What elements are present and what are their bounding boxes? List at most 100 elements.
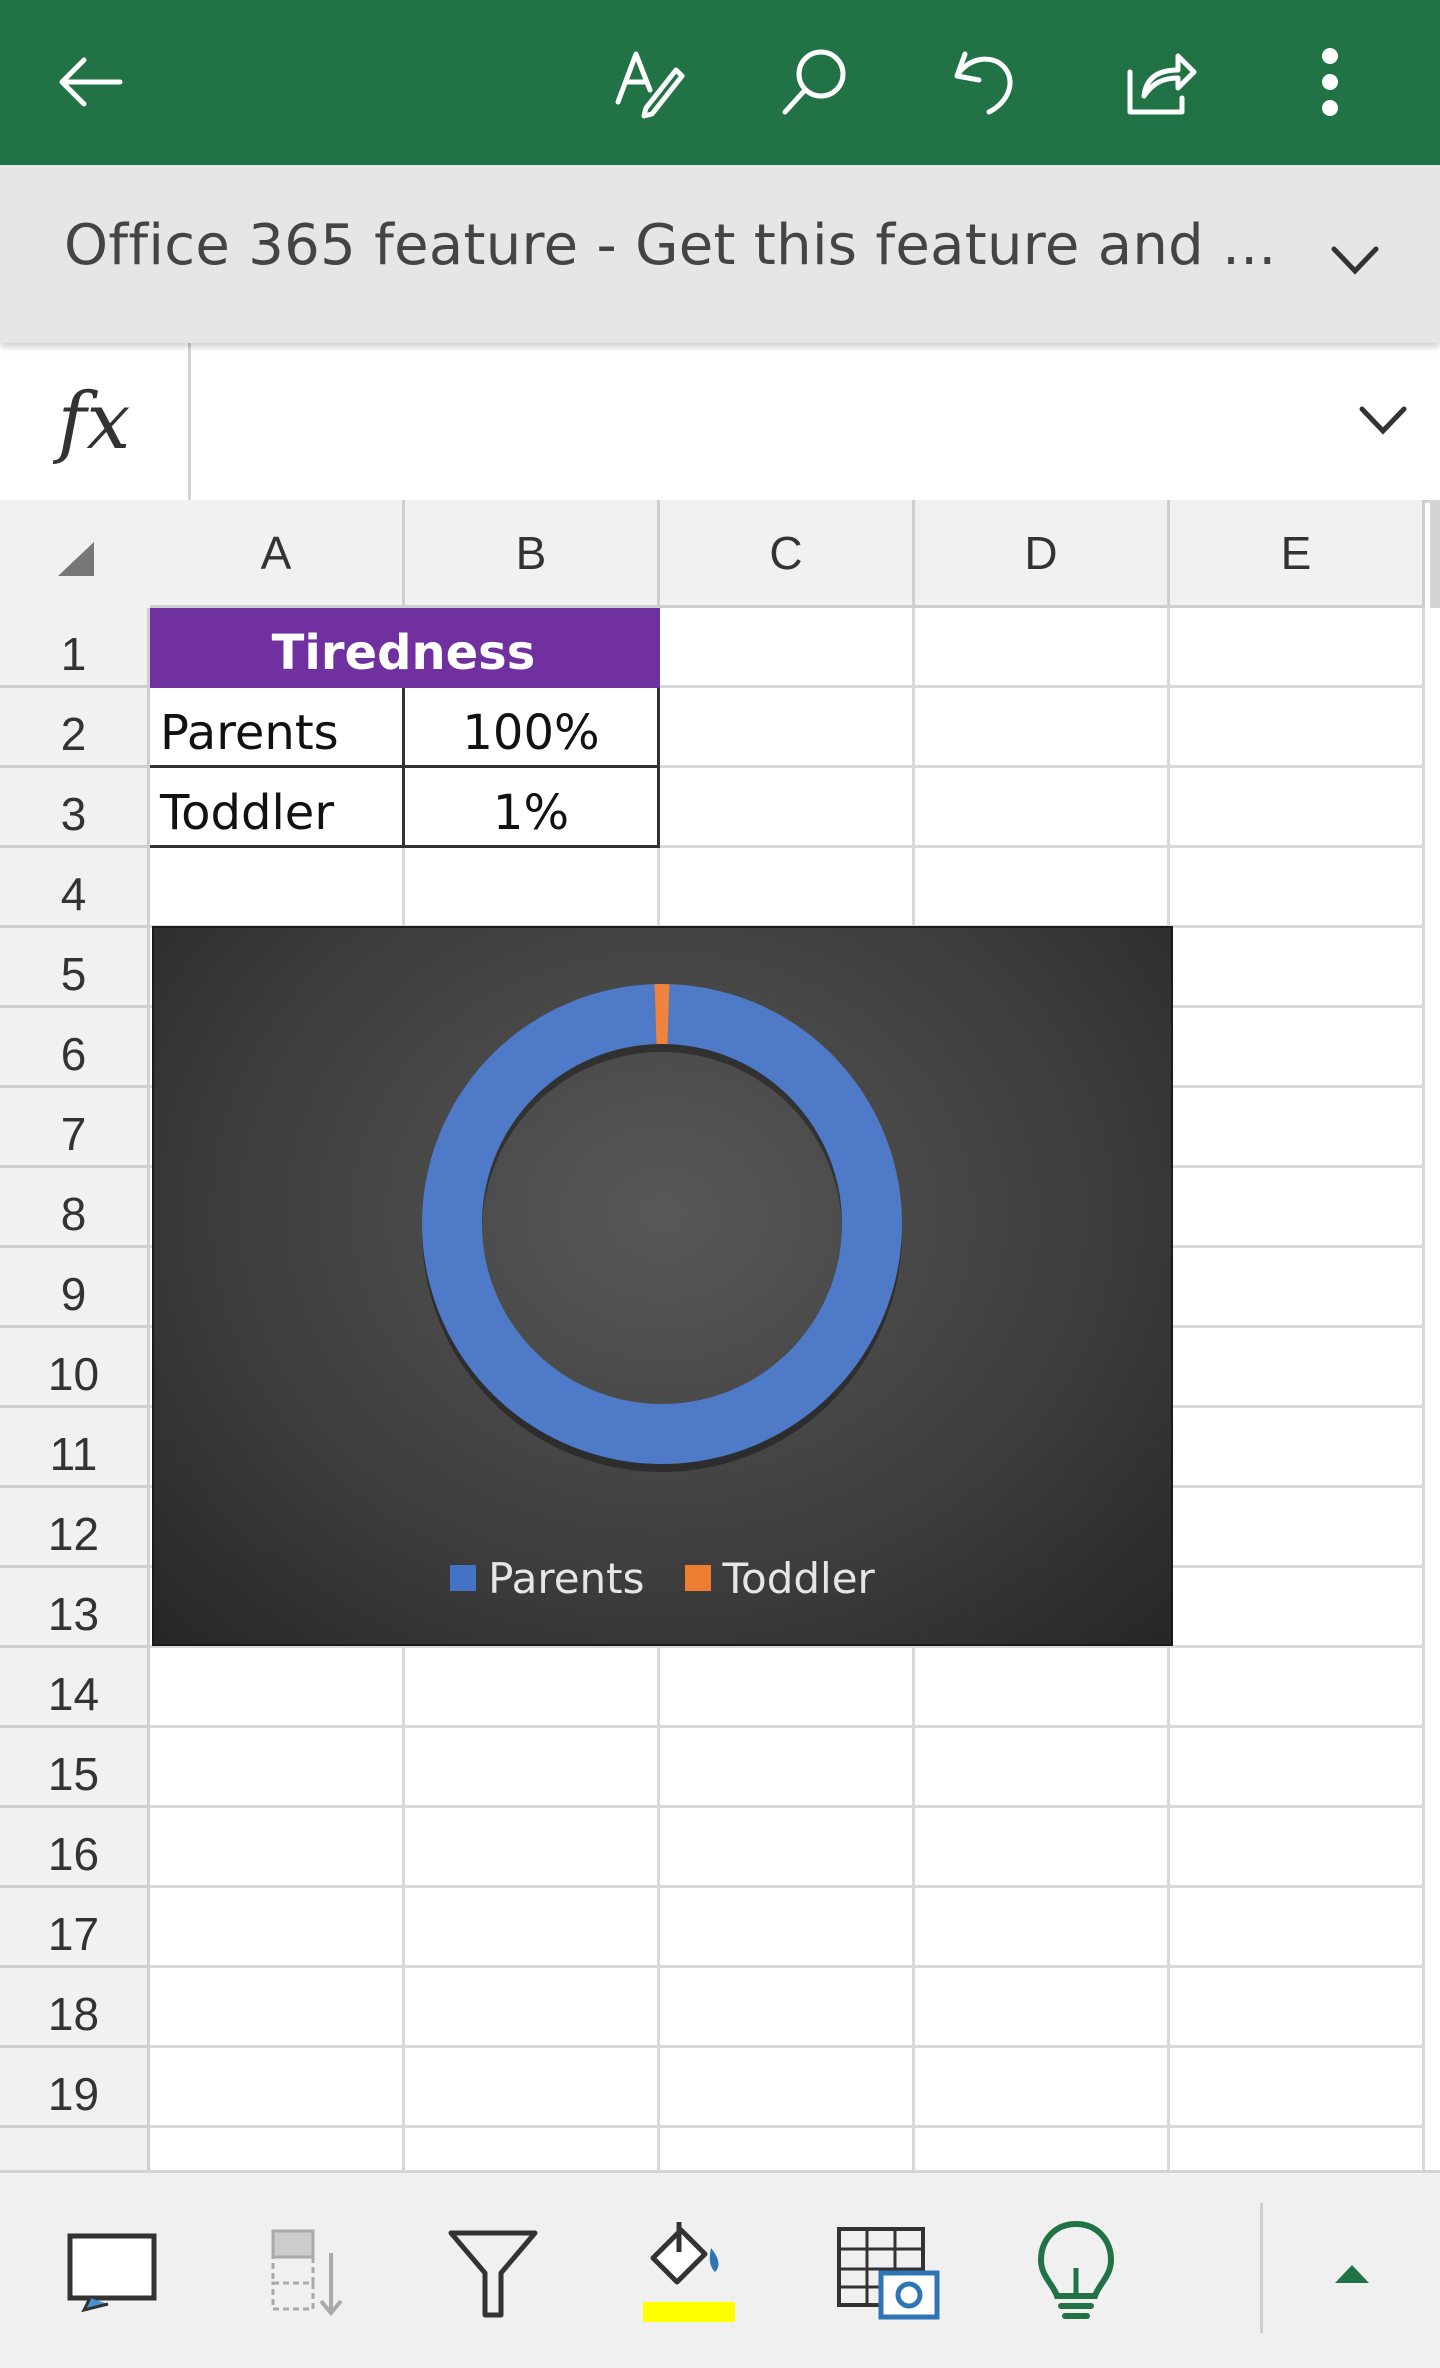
cell-e18[interactable]: [1170, 1968, 1425, 2048]
column-header-c[interactable]: C: [660, 500, 915, 608]
cell-c1[interactable]: [660, 608, 915, 688]
more-options-button[interactable]: [1270, 22, 1390, 142]
row-header[interactable]: 2: [0, 688, 150, 768]
cell-e17[interactable]: [1170, 1888, 1425, 1968]
expand-ribbon-button[interactable]: [1292, 2213, 1412, 2333]
doughnut-chart[interactable]: Parents Toddler: [152, 926, 1173, 1646]
cell-d16[interactable]: [915, 1808, 1170, 1888]
row-header[interactable]: 4: [0, 848, 150, 928]
row-header[interactable]: 3: [0, 768, 150, 848]
cell-a3[interactable]: Toddler: [150, 768, 405, 848]
cell-d4[interactable]: [915, 848, 1170, 928]
cell-b20[interactable]: [405, 2128, 660, 2170]
edit-button[interactable]: [590, 22, 710, 142]
row-header[interactable]: 17: [0, 1888, 150, 1968]
filter-button[interactable]: [433, 2213, 553, 2333]
cell-a18[interactable]: [150, 1968, 405, 2048]
cell-e5[interactable]: [1170, 928, 1425, 1008]
row-header[interactable]: 5: [0, 928, 150, 1008]
cell-d3[interactable]: [915, 768, 1170, 848]
row-header[interactable]: 15: [0, 1728, 150, 1808]
cell-d14[interactable]: [915, 1648, 1170, 1728]
cell-c18[interactable]: [660, 1968, 915, 2048]
column-header-a[interactable]: A: [150, 500, 405, 608]
cell-e2[interactable]: [1170, 688, 1425, 768]
fill-color-button[interactable]: [628, 2213, 748, 2333]
cell-c15[interactable]: [660, 1728, 915, 1808]
fx-label[interactable]: fx: [0, 343, 191, 500]
cell-e3[interactable]: [1170, 768, 1425, 848]
cell-d15[interactable]: [915, 1728, 1170, 1808]
back-button[interactable]: [30, 22, 150, 142]
cell-a17[interactable]: [150, 1888, 405, 1968]
cell-e13[interactable]: [1170, 1568, 1425, 1648]
cell-a4[interactable]: [150, 848, 405, 928]
ideas-button[interactable]: [1016, 2213, 1136, 2333]
cell-b16[interactable]: [405, 1808, 660, 1888]
row-header[interactable]: 7: [0, 1088, 150, 1168]
cell-e8[interactable]: [1170, 1168, 1425, 1248]
row-header[interactable]: 6: [0, 1008, 150, 1088]
row-header[interactable]: 19: [0, 2048, 150, 2128]
cell-d20[interactable]: [915, 2128, 1170, 2170]
cell-c17[interactable]: [660, 1888, 915, 1968]
spreadsheet-grid[interactable]: A B C D E 1 Tiredness 2 Parents 100% 3 Toddler 1% 4 5 6…: [0, 500, 1440, 2170]
cell-e16[interactable]: [1170, 1808, 1425, 1888]
select-all-corner[interactable]: [0, 500, 153, 611]
cell-d18[interactable]: [915, 1968, 1170, 2048]
cell-a14[interactable]: [150, 1648, 405, 1728]
row-header[interactable]: 8: [0, 1168, 150, 1248]
sort-button[interactable]: [245, 2213, 365, 2333]
cell-e10[interactable]: [1170, 1328, 1425, 1408]
column-header-b[interactable]: B: [405, 500, 660, 608]
comment-button[interactable]: [52, 2213, 172, 2333]
row-header[interactable]: 13: [0, 1568, 150, 1648]
formula-input[interactable]: [192, 343, 1346, 502]
cell-e19[interactable]: [1170, 2048, 1425, 2128]
cell-e12[interactable]: [1170, 1488, 1425, 1568]
row-header[interactable]: 18: [0, 1968, 150, 2048]
cell-b18[interactable]: [405, 1968, 660, 2048]
chevron-down-icon[interactable]: [1320, 225, 1390, 295]
cell-d1[interactable]: [915, 608, 1170, 688]
share-button[interactable]: [1100, 22, 1220, 142]
row-header[interactable]: 14: [0, 1648, 150, 1728]
cell-e6[interactable]: [1170, 1008, 1425, 1088]
row-header[interactable]: [0, 2128, 150, 2170]
row-header[interactable]: 1: [0, 608, 150, 688]
cell-e9[interactable]: [1170, 1248, 1425, 1328]
row-header[interactable]: 10: [0, 1328, 150, 1408]
search-button[interactable]: [755, 22, 875, 142]
cell-d19[interactable]: [915, 2048, 1170, 2128]
row-header[interactable]: 16: [0, 1808, 150, 1888]
cell-c4[interactable]: [660, 848, 915, 928]
cell-b3[interactable]: 1%: [405, 768, 660, 848]
row-header[interactable]: 11: [0, 1408, 150, 1488]
cell-a19[interactable]: [150, 2048, 405, 2128]
cell-c14[interactable]: [660, 1648, 915, 1728]
cell-c20[interactable]: [660, 2128, 915, 2170]
cell-b15[interactable]: [405, 1728, 660, 1808]
column-header-d[interactable]: D: [915, 500, 1170, 608]
cell-e15[interactable]: [1170, 1728, 1425, 1808]
cell-d2[interactable]: [915, 688, 1170, 768]
cell-a16[interactable]: [150, 1808, 405, 1888]
chevron-down-icon[interactable]: [1348, 385, 1418, 455]
cell-b14[interactable]: [405, 1648, 660, 1728]
cell-c3[interactable]: [660, 768, 915, 848]
cell-e20[interactable]: [1170, 2128, 1425, 2170]
cell-e7[interactable]: [1170, 1088, 1425, 1168]
cell-e4[interactable]: [1170, 848, 1425, 928]
row-header[interactable]: 9: [0, 1248, 150, 1328]
cell-e1[interactable]: [1170, 608, 1425, 688]
cell-e14[interactable]: [1170, 1648, 1425, 1728]
cell-b4[interactable]: [405, 848, 660, 928]
cell-a1[interactable]: Tiredness: [150, 608, 660, 688]
column-header-e[interactable]: E: [1170, 500, 1425, 608]
vertical-scrollbar[interactable]: [1430, 500, 1440, 608]
cell-d17[interactable]: [915, 1888, 1170, 1968]
row-header[interactable]: 12: [0, 1488, 150, 1568]
cell-c16[interactable]: [660, 1808, 915, 1888]
cell-c2[interactable]: [660, 688, 915, 768]
cell-e11[interactable]: [1170, 1408, 1425, 1488]
